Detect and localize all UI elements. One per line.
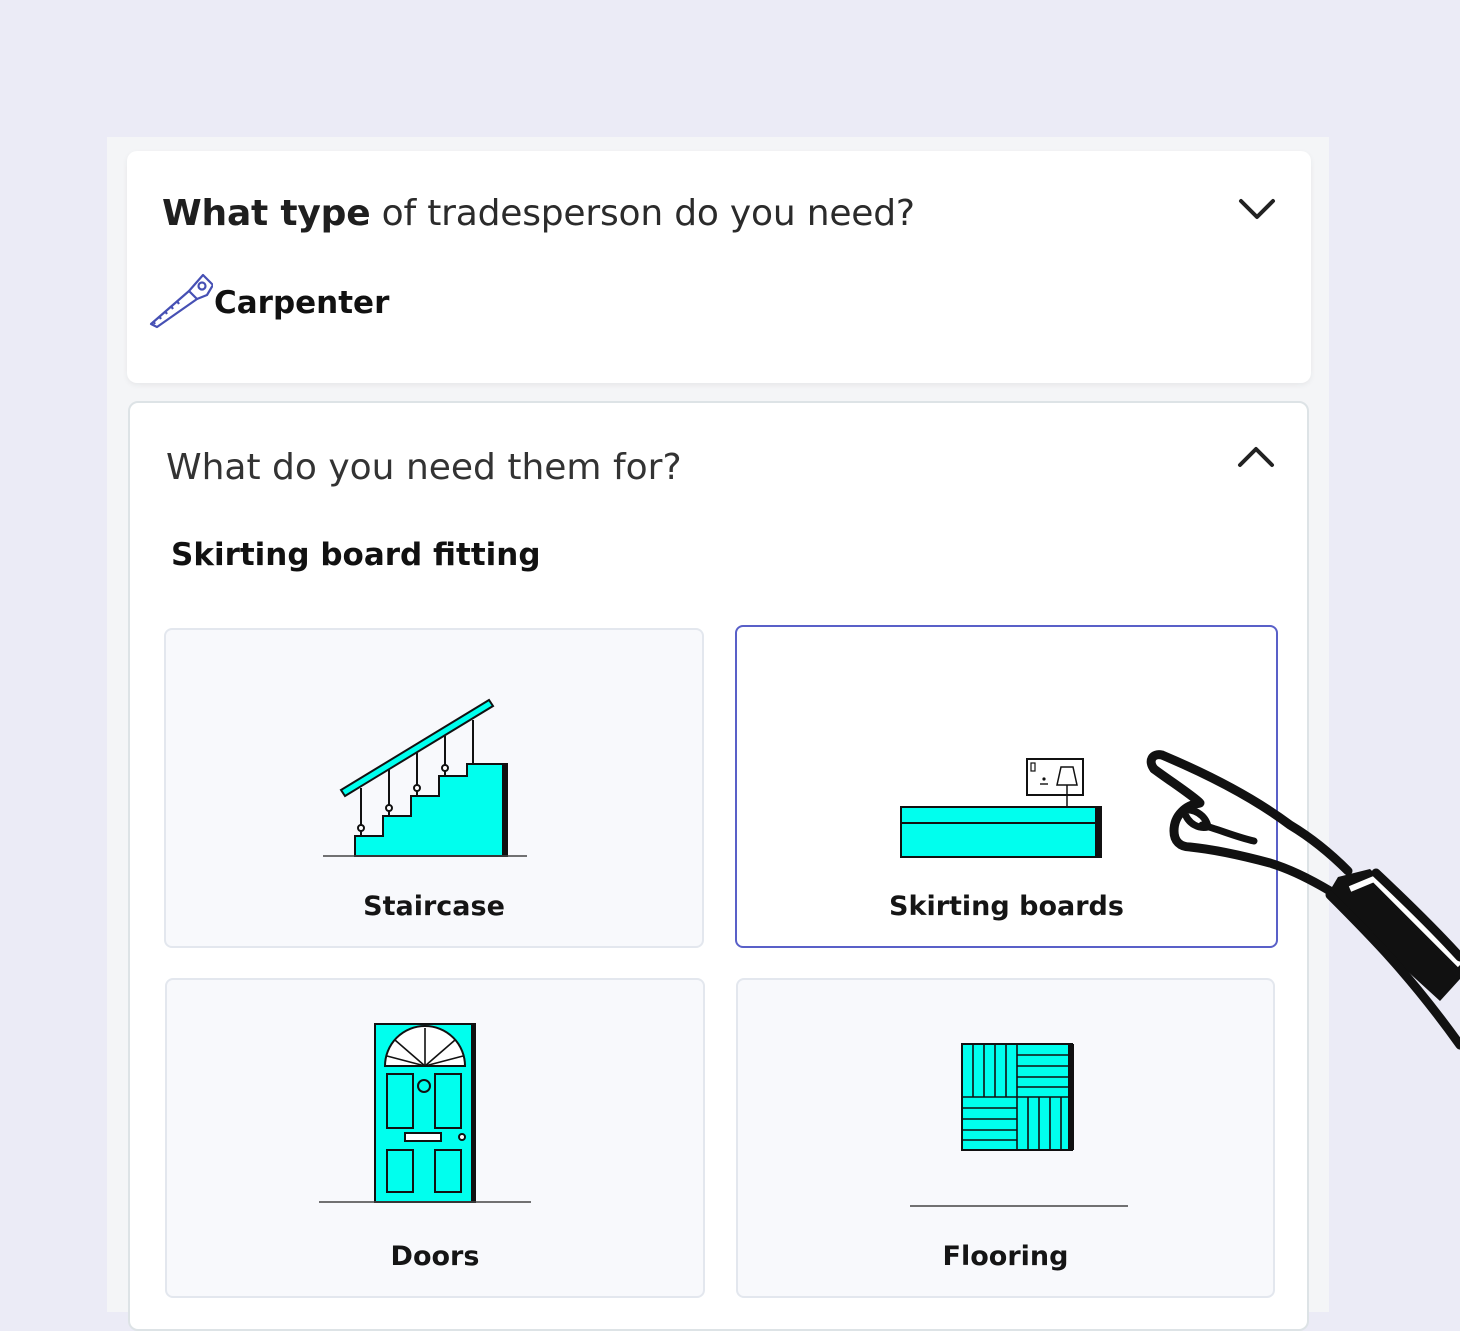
option-staircase[interactable]: Staircase <box>164 628 704 948</box>
door-icon <box>319 1023 531 1203</box>
tradesperson-question-title: What type of tradesperson do you need? <box>162 193 915 234</box>
skirting-board-icon <box>900 758 1102 858</box>
option-doors[interactable]: Doors <box>165 978 705 1298</box>
option-label: Staircase <box>363 891 505 922</box>
job-type-question-title: What do you need them for? <box>166 447 682 488</box>
option-label: Flooring <box>942 1241 1069 1272</box>
tradesperson-question-card[interactable]: What type of tradesperson do you need? C… <box>127 151 1311 383</box>
selected-trade: Carpenter <box>214 285 390 321</box>
pointing-hand-icon <box>1146 750 1460 1050</box>
staircase-icon <box>323 698 527 857</box>
question-title-bold: What type <box>162 193 371 234</box>
saw-icon <box>149 273 213 329</box>
option-label: Doors <box>390 1241 480 1272</box>
flooring-icon <box>910 1043 1128 1207</box>
chevron-down-icon[interactable] <box>1237 195 1277 223</box>
chevron-up-icon[interactable] <box>1236 443 1276 471</box>
job-type-subtitle: Skirting board fitting <box>171 537 541 573</box>
question-title-rest: of tradesperson do you need? <box>370 193 915 234</box>
